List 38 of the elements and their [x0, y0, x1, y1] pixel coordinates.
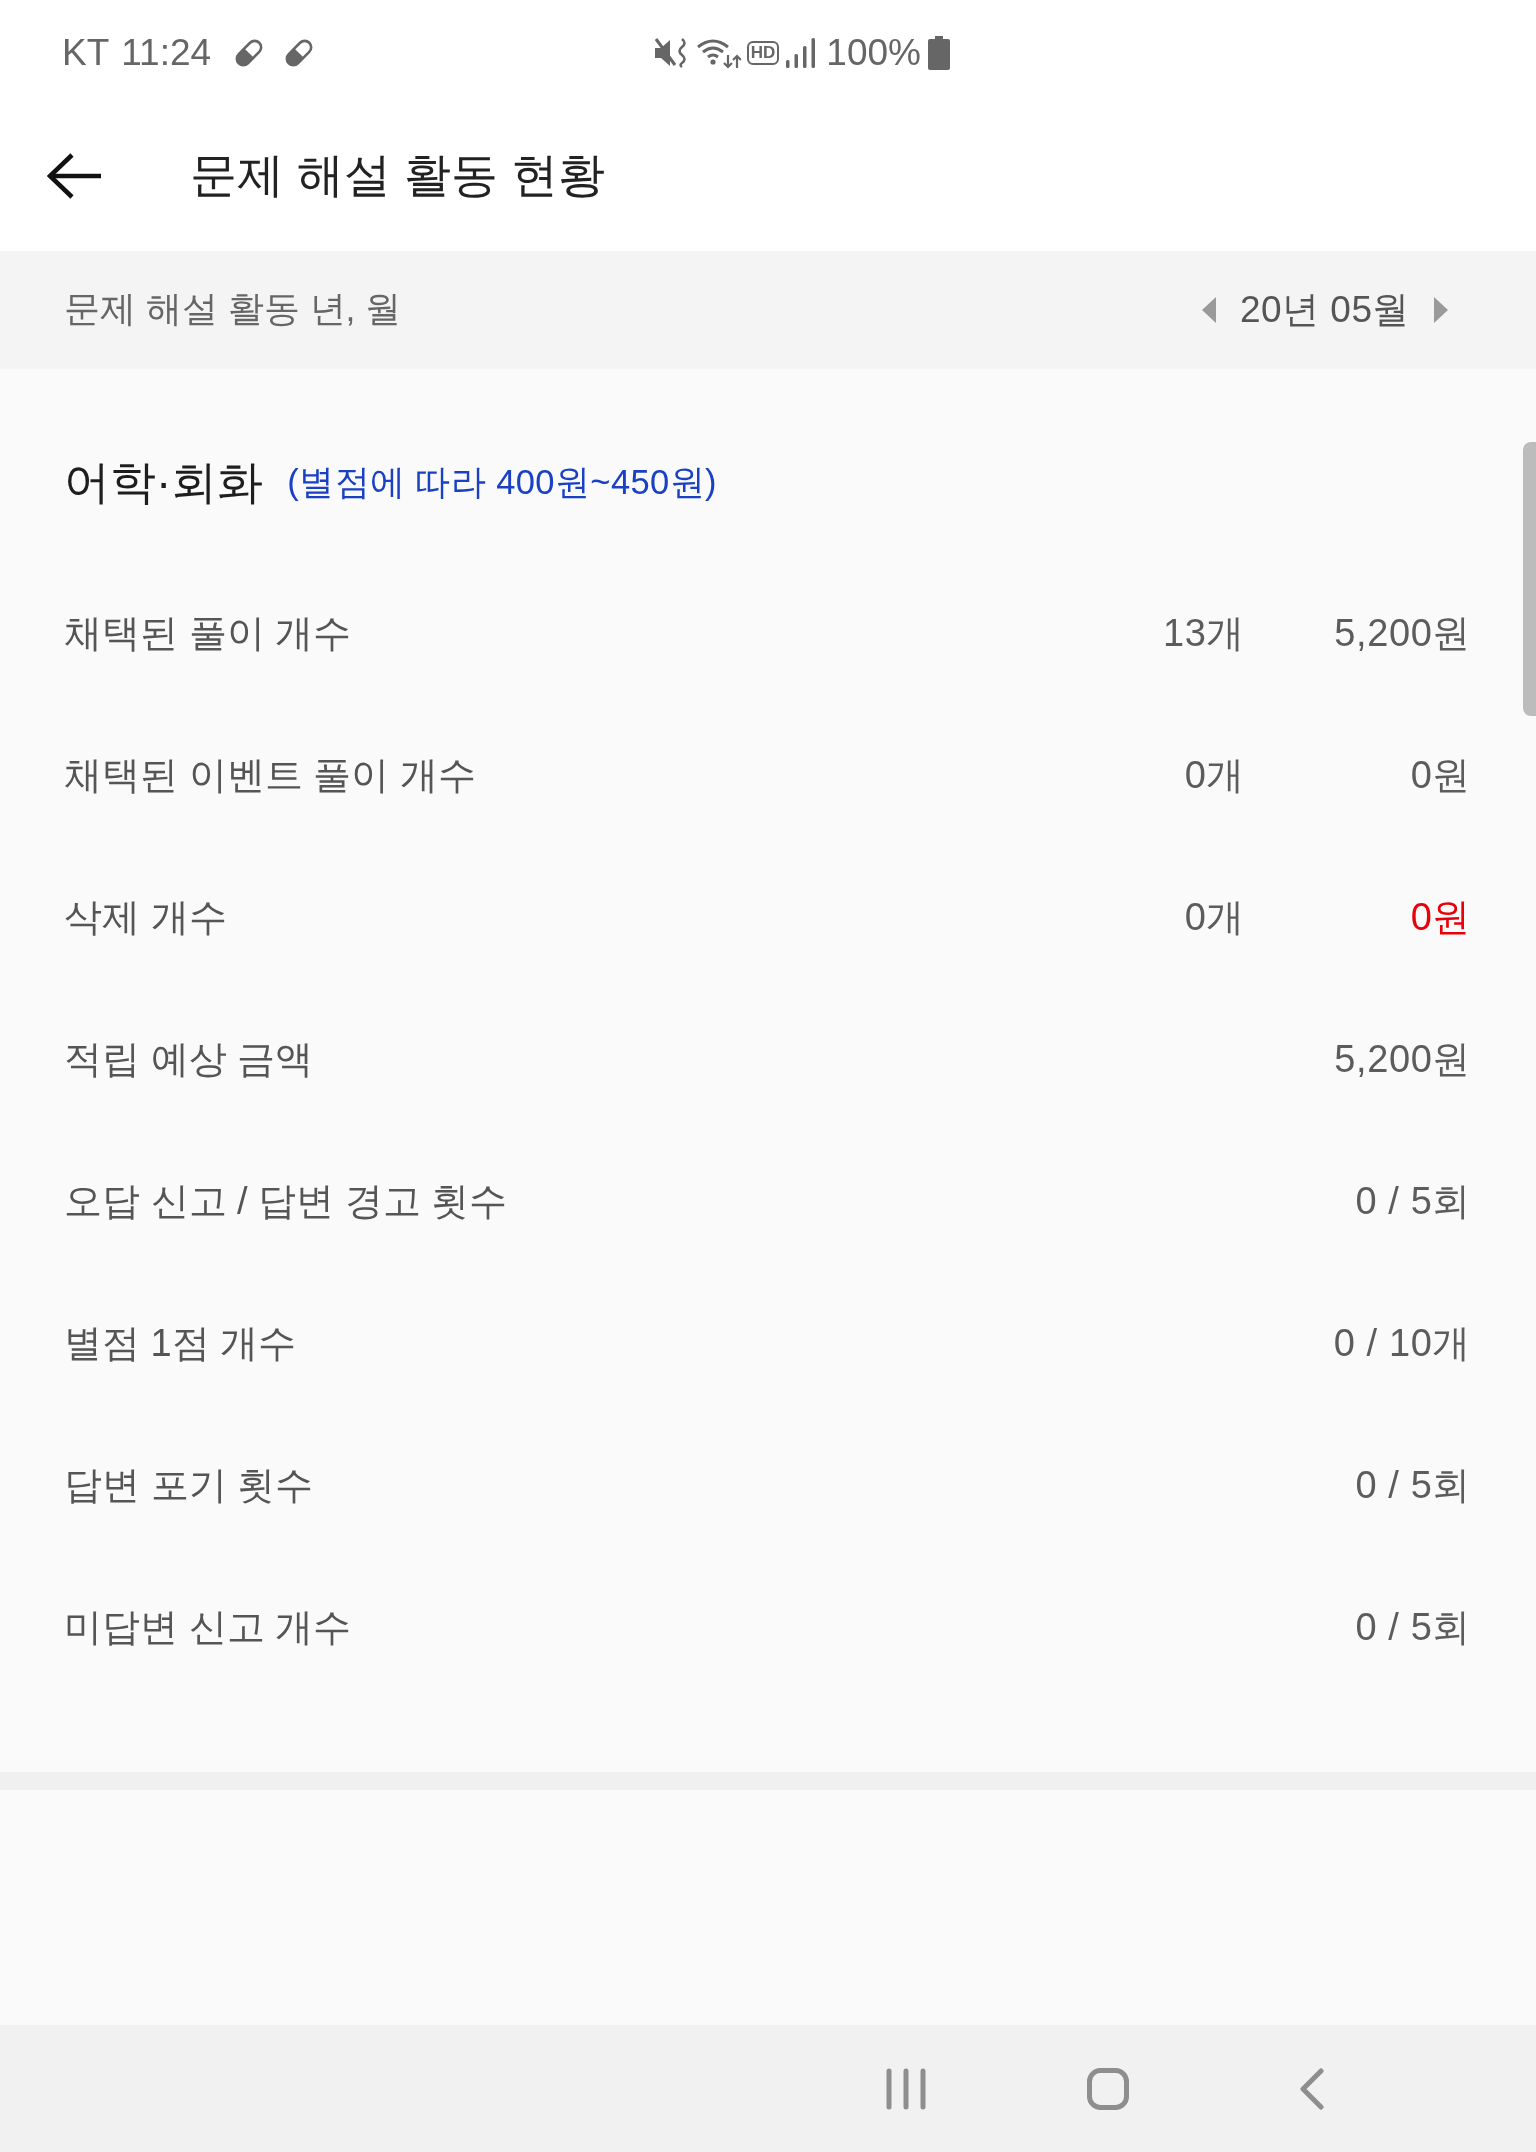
- amount-value: 0 / 5회: [1355, 1604, 1471, 1650]
- period-value: 20년 05월: [1239, 288, 1410, 332]
- page-title: 문제 해설 활동 현황: [190, 148, 605, 203]
- amount-value: 0 / 10개: [1333, 1320, 1471, 1366]
- home-icon[interactable]: [1087, 2067, 1129, 2110]
- muted-speaker-icon: [653, 37, 688, 69]
- amount-value: 0 / 5회: [1355, 1462, 1471, 1508]
- row-label: 채택된 이벤트 풀이 개수: [64, 752, 476, 798]
- clock-time: 11:24: [121, 31, 212, 75]
- caret-left-icon[interactable]: [1201, 297, 1216, 323]
- recent-apps-icon[interactable]: [886, 2067, 926, 2110]
- count-value: 13개: [1162, 610, 1245, 656]
- row-label: 오답 신고 / 답변 경고 횟수: [64, 1178, 508, 1224]
- scrollbar[interactable]: [1523, 442, 1536, 716]
- signal-icon: [786, 38, 817, 68]
- row-label: 별점 1점 개수: [64, 1320, 297, 1366]
- row-label: 답변 포기 횟수: [64, 1462, 314, 1508]
- amount-value: 5,200원: [1334, 1036, 1471, 1082]
- period-label: 문제 해설 활동 년, 월: [64, 288, 402, 331]
- row-label: 채택된 풀이 개수: [64, 610, 352, 656]
- section-note: (별점에 따라 400원~450원): [287, 462, 717, 503]
- carrier-label: KT: [62, 31, 110, 75]
- section-title: 어학·회화: [64, 455, 264, 510]
- caret-right-icon[interactable]: [1434, 297, 1448, 323]
- row-label: 삭제 개수: [64, 894, 227, 940]
- amount-value: 0 / 5회: [1355, 1178, 1471, 1224]
- hd-badge: HD: [746, 40, 780, 66]
- back-icon[interactable]: [1300, 2067, 1324, 2110]
- wifi-icon: [695, 37, 741, 69]
- row-label: 미답변 신고 개수: [64, 1604, 352, 1650]
- count-value: 0개: [1184, 894, 1245, 940]
- amount-value: 0원: [1410, 894, 1471, 940]
- row-label: 적립 예상 금액: [64, 1036, 314, 1082]
- battery-icon: [928, 36, 950, 70]
- amount-value: 0원: [1410, 752, 1471, 798]
- count-value: 0개: [1184, 752, 1245, 798]
- amount-value: 5,200원: [1334, 610, 1471, 656]
- battery-percent: 100%: [826, 31, 921, 75]
